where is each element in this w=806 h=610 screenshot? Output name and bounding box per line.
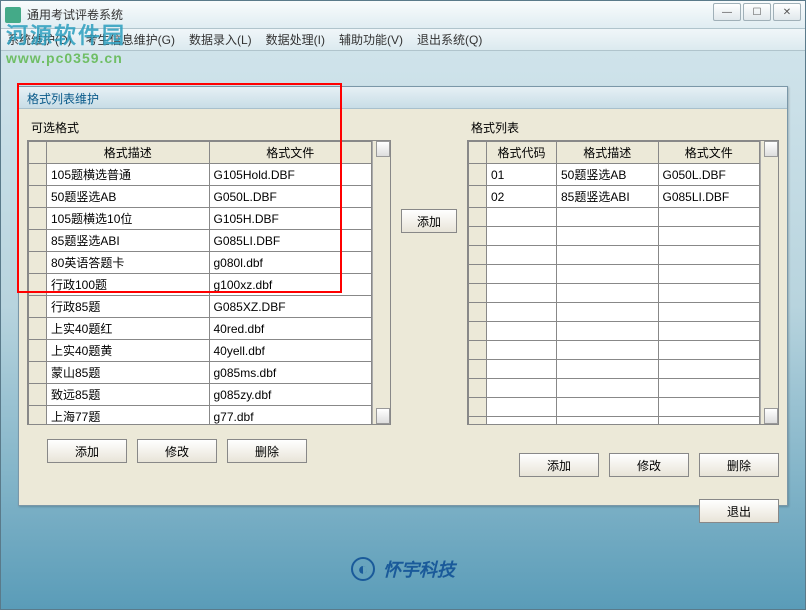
table-row[interactable] [469, 322, 760, 341]
titlebar: 通用考试评卷系统 — ☐ ✕ [1, 1, 805, 29]
menubar: 系统维护(D) 考生信息维护(G) 数据录入(L) 数据处理(I) 辅助功能(V… [1, 29, 805, 51]
table-row[interactable] [469, 303, 760, 322]
col-format-desc[interactable]: 格式描述 [47, 142, 210, 164]
brand-text: 怀宇科技 [383, 556, 455, 582]
table-row[interactable]: 85题竖选ABIG085LI.DBF [29, 230, 372, 252]
left-edit-button[interactable]: 修改 [137, 439, 217, 463]
table-row[interactable] [469, 227, 760, 246]
dialog-title: 格式列表维护 [19, 87, 787, 109]
col-format-desc-r[interactable]: 格式描述 [557, 142, 659, 164]
table-row[interactable]: 50题竖选ABG050L.DBF [29, 186, 372, 208]
format-list-label: 格式列表 [471, 119, 779, 136]
table-row[interactable] [469, 208, 760, 227]
table-row[interactable]: 105题横选普通G105Hold.DBF [29, 164, 372, 186]
format-dialog: 格式列表维护 可选格式 格式描述 格式文件 105题横选普通G105Ho [18, 86, 788, 506]
table-row[interactable]: 上实40题黄40yell.dbf [29, 340, 372, 362]
col-format-code[interactable]: 格式代码 [487, 142, 557, 164]
menu-exit[interactable]: 退出系统(Q) [417, 31, 482, 48]
table-row[interactable] [469, 265, 760, 284]
menu-data-process[interactable]: 数据处理(I) [266, 31, 325, 48]
watermark-url: www.pc0359.cn [6, 50, 126, 66]
right-edit-button[interactable]: 修改 [609, 453, 689, 477]
menu-student-info[interactable]: 考生信息维护(G) [86, 31, 175, 48]
menu-aux[interactable]: 辅助功能(V) [339, 31, 403, 48]
app-icon [5, 7, 21, 23]
brand-icon: ◐ [351, 557, 375, 581]
table-row[interactable] [469, 341, 760, 360]
maximize-button[interactable]: ☐ [743, 3, 771, 21]
table-row[interactable]: 上实40题红40red.dbf [29, 318, 372, 340]
col-format-file-r[interactable]: 格式文件 [658, 142, 760, 164]
window-title: 通用考试评卷系统 [27, 6, 123, 23]
middle-column: 添加 [399, 109, 459, 505]
format-list-grid[interactable]: 格式代码 格式描述 格式文件 0150题竖选ABG050L.DBF0285题竖选… [467, 140, 779, 425]
format-list-panel: 格式列表 格式代码 格式描述 格式文件 0150题竖选ABG050L.DBF02… [459, 109, 787, 505]
left-add-button[interactable]: 添加 [47, 439, 127, 463]
available-formats-panel: 可选格式 格式描述 格式文件 105题横选普通G105Hold.DBF50题竖选… [19, 109, 399, 505]
menu-data-entry[interactable]: 数据录入(L) [189, 31, 252, 48]
table-row[interactable]: 行政85题G085XZ.DBF [29, 296, 372, 318]
available-formats-grid[interactable]: 格式描述 格式文件 105题横选普通G105Hold.DBF50题竖选ABG05… [27, 140, 391, 425]
table-row[interactable] [469, 360, 760, 379]
table-row[interactable] [469, 379, 760, 398]
table-row[interactable]: 行政100题g100xz.dbf [29, 274, 372, 296]
table-row[interactable]: 致远85题g085zy.dbf [29, 384, 372, 406]
table-row[interactable]: 0150题竖选ABG050L.DBF [469, 164, 760, 186]
right-add-button[interactable]: 添加 [519, 453, 599, 477]
col-format-file[interactable]: 格式文件 [209, 142, 372, 164]
table-row[interactable]: 蒙山85题g085ms.dbf [29, 362, 372, 384]
footer-brand: ◐ 怀宇科技 [351, 556, 455, 582]
table-row[interactable] [469, 246, 760, 265]
table-row[interactable] [469, 417, 760, 426]
scrollbar[interactable] [760, 141, 778, 424]
available-formats-label: 可选格式 [31, 119, 391, 136]
left-delete-button[interactable]: 删除 [227, 439, 307, 463]
minimize-button[interactable]: — [713, 3, 741, 21]
transfer-add-button[interactable]: 添加 [401, 209, 457, 233]
table-row[interactable]: 105题横选10位G105H.DBF [29, 208, 372, 230]
right-delete-button[interactable]: 删除 [699, 453, 779, 477]
table-row[interactable] [469, 284, 760, 303]
scrollbar[interactable] [372, 141, 390, 424]
table-row[interactable]: 上海77题g77.dbf [29, 406, 372, 426]
table-row[interactable]: 0285题竖选ABIG085LI.DBF [469, 186, 760, 208]
table-row[interactable]: 80英语答题卡g080l.dbf [29, 252, 372, 274]
close-button[interactable]: ✕ [773, 3, 801, 21]
menu-system[interactable]: 系统维护(D) [7, 31, 72, 48]
exit-button[interactable]: 退出 [699, 499, 779, 523]
table-row[interactable] [469, 398, 760, 417]
